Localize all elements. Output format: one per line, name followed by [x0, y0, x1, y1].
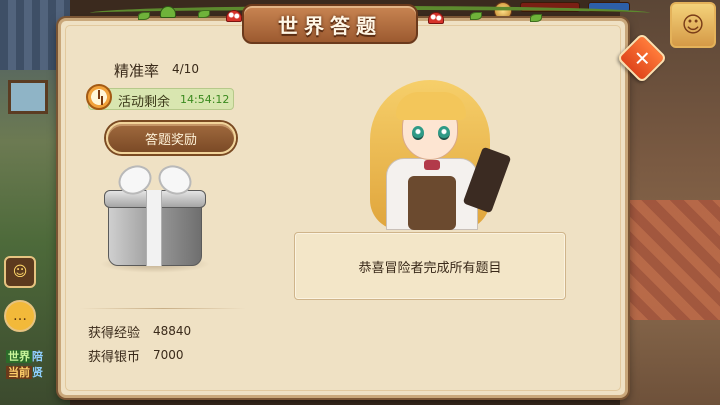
- exp-reward-label: 获得经验: [88, 326, 141, 341]
- gift-ribbon: [146, 190, 162, 266]
- chat-channel-tag: 世界: [6, 350, 32, 363]
- chat-message-text: 贤: [32, 366, 43, 379]
- mushroom-icon: [226, 10, 242, 22]
- character-vest: [408, 176, 456, 230]
- silver-reward-label: 获得银币: [88, 350, 141, 365]
- timer-value: 14:54:12: [180, 93, 230, 106]
- frog-icon: [160, 6, 176, 18]
- leaf-icon: [198, 10, 210, 18]
- title-plate: 世界答题: [242, 4, 418, 44]
- silver-reward-value: 7000: [153, 348, 184, 362]
- chat-bubble-icon[interactable]: …: [4, 300, 36, 332]
- page-title: 世界答题: [278, 13, 382, 38]
- character-eye-right: [438, 126, 450, 140]
- chat-message-text: 陪: [32, 350, 43, 363]
- quiz-host-character: [340, 80, 540, 230]
- chat-line-current[interactable]: 当前贤: [6, 364, 43, 380]
- leaf-icon: [470, 12, 482, 20]
- companion-avatar-button[interactable]: ☺: [4, 256, 36, 288]
- player-avatar[interactable]: ☺: [670, 2, 716, 48]
- character-eye-left: [412, 126, 424, 140]
- leaf-icon: [530, 14, 542, 22]
- mushroom-icon: [428, 12, 444, 24]
- quiz-reward-button-label: 答题奖励: [144, 132, 197, 148]
- scene-carpet: [620, 200, 720, 320]
- timer-label: 活动剩余: [118, 95, 171, 110]
- leaf-icon: [138, 12, 150, 20]
- accuracy-label: 精准率: [114, 62, 160, 80]
- building-window: [8, 80, 48, 114]
- completion-message: 恭喜冒险者完成所有题目: [358, 260, 502, 276]
- chat-channel-tag: 当前: [6, 366, 32, 379]
- section-divider: [80, 308, 246, 309]
- character-bow-tie: [424, 160, 440, 170]
- quiz-reward-button[interactable]: 答题奖励: [106, 122, 236, 154]
- gift-box-icon[interactable]: [100, 160, 210, 275]
- character-bangs: [396, 92, 466, 120]
- alarm-clock-icon: [86, 84, 112, 110]
- completion-message-box: 恭喜冒险者完成所有题目: [294, 232, 566, 300]
- close-icon: ✕: [633, 45, 651, 70]
- accuracy-value: 4/10: [172, 62, 199, 76]
- chat-line-world[interactable]: 世界陪: [6, 348, 43, 364]
- exp-reward-value: 48840: [153, 324, 192, 338]
